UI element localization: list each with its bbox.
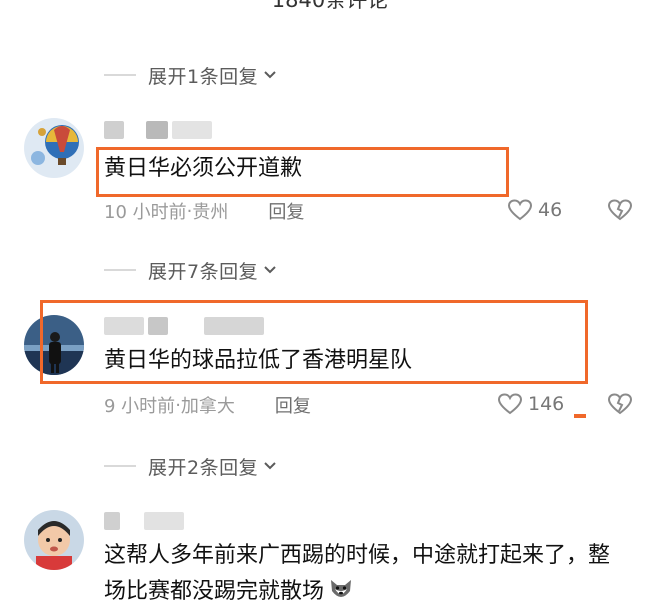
orange-mark [574,414,586,418]
reply-button[interactable]: 回复 [268,198,304,224]
username-redacted [104,509,284,530]
chevron-down-icon [262,67,278,83]
like-count: 146 [528,393,565,415]
divider-line [104,269,136,271]
highlight-box [96,147,509,197]
expand-replies-2[interactable]: 展开7条回复 [104,255,278,285]
divider-line [104,74,136,76]
comment-text-body: 这帮人多年前来广西踢的时候，中途就打起来了，整场比赛都没踢完就散场 [104,543,611,604]
broken-heart-icon[interactable] [608,393,632,415]
comment-text: 这帮人多年前来广西踢的时候，中途就打起来了，整场比赛都没踢完就散场 [104,538,624,610]
expand-replies-3[interactable]: 展开2条回复 [104,451,278,481]
avatar-child[interactable] [24,510,84,570]
comment-meta: 9 小时前 · 加拿大 回复 [104,392,311,418]
chevron-down-icon [262,458,278,474]
divider-line [104,465,136,467]
comment-location: 贵州 [192,202,229,223]
expand-replies-label: 展开1条回复 [148,65,259,88]
avatar-hot-air-balloon[interactable] [24,118,84,178]
username-redacted [104,118,284,139]
expand-replies-label: 展开2条回复 [148,456,259,479]
heart-outline-icon [508,199,532,221]
like-count: 46 [538,199,563,221]
highlight-box [40,300,588,384]
comment-time: 9 小时前 [104,396,176,417]
husky-dog-emoji [328,577,354,603]
heart-outline-icon [498,393,522,415]
expand-replies-label: 展开7条回复 [148,260,259,283]
reply-button[interactable]: 回复 [275,392,311,418]
chevron-down-icon [262,262,278,278]
expand-replies-1[interactable]: 展开1条回复 [104,60,278,90]
broken-heart-icon[interactable] [608,199,632,221]
comment-count-header: 1840条评论 [271,0,389,12]
comment-location: 加拿大 [180,396,235,417]
like-button[interactable]: 146 [498,393,564,415]
like-button[interactable]: 46 [508,199,562,221]
comment-meta: 10 小时前 · 贵州 回复 [104,198,304,224]
comment-time: 10 小时前 [104,202,187,223]
